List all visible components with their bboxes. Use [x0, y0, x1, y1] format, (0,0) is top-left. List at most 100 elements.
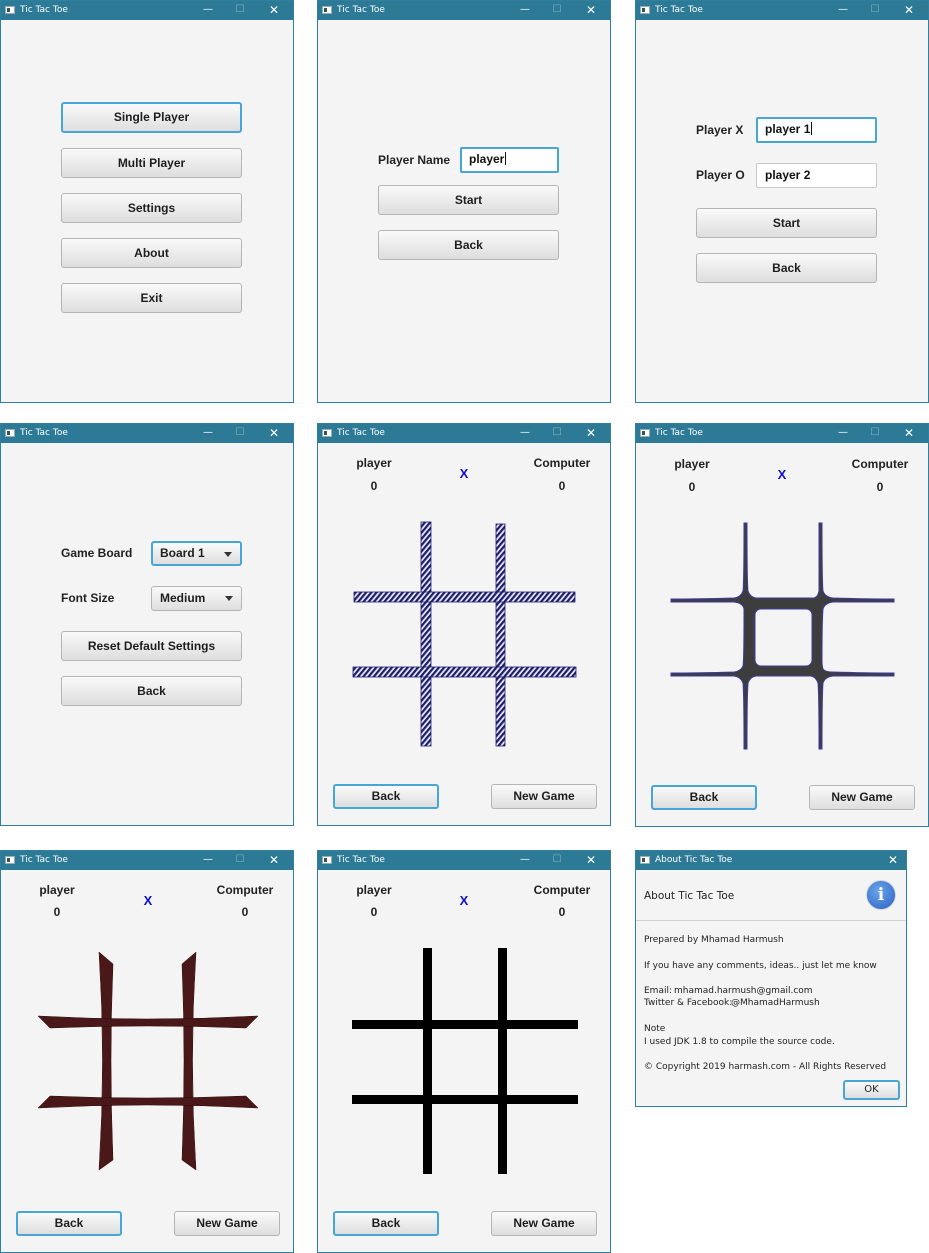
about-button[interactable]: About: [61, 238, 242, 268]
close-icon[interactable]: ✕: [584, 426, 598, 440]
title-bar[interactable]: Tic Tac Toe — ☐ ✕: [1, 851, 293, 870]
minimize-icon[interactable]: —: [201, 426, 215, 440]
turn-indicator: X: [777, 467, 787, 482]
minimize-icon[interactable]: —: [518, 3, 532, 17]
player-name-field[interactable]: player: [460, 147, 559, 173]
ok-button[interactable]: OK: [843, 1080, 900, 1100]
game-board-value: Board 1: [160, 546, 205, 560]
back-button[interactable]: Back: [61, 676, 242, 706]
title-bar[interactable]: Tic Tac Toe — ☐ ✕: [1, 1, 293, 20]
combo-arrow-icon: [225, 596, 233, 601]
opponent-name: Computer: [533, 456, 591, 470]
start-button[interactable]: Start: [378, 185, 559, 215]
settings-window: Tic Tac Toe — ☐ ✕ Game Board Board 1 Fon…: [0, 423, 294, 826]
settings-button[interactable]: Settings: [61, 193, 242, 223]
turn-indicator: X: [143, 893, 153, 908]
game-board[interactable]: [36, 950, 260, 1174]
minimize-icon[interactable]: —: [836, 3, 850, 17]
app-icon: [322, 856, 332, 864]
email-text: mhamad.harmush@gmail.com: [674, 986, 813, 996]
title-bar[interactable]: Tic Tac Toe — ☐ ✕: [318, 851, 610, 870]
game-board[interactable]: [351, 948, 581, 1176]
player-name: player: [39, 883, 75, 897]
dialog-header: About Tic Tac Toe i: [636, 870, 906, 921]
window-title: About Tic Tac Toe: [655, 855, 733, 865]
minimize-icon[interactable]: —: [201, 853, 215, 867]
app-icon: [640, 429, 650, 437]
single-player-button[interactable]: Single Player: [61, 102, 242, 133]
maximize-icon: ☐: [235, 4, 245, 15]
title-bar[interactable]: Tic Tac Toe — ☐ ✕: [318, 424, 610, 443]
title-bar[interactable]: About Tic Tac Toe ✕: [636, 851, 906, 870]
back-button[interactable]: Back: [651, 785, 757, 810]
board-line: [352, 1020, 578, 1029]
dialog-header-text: About Tic Tac Toe: [644, 890, 735, 902]
player-x-value: player 1: [765, 122, 811, 136]
opponent-name: Computer: [216, 883, 274, 897]
start-button[interactable]: Start: [696, 208, 877, 238]
game-board-select[interactable]: Board 1: [151, 541, 242, 566]
window-title: Tic Tac Toe: [655, 428, 703, 438]
title-bar[interactable]: Tic Tac Toe — ☐ ✕: [318, 1, 610, 20]
close-icon[interactable]: ✕: [584, 3, 598, 17]
back-button[interactable]: Back: [16, 1211, 122, 1236]
player-name-label: Player Name: [378, 153, 451, 167]
back-button[interactable]: Back: [378, 230, 559, 260]
turn-indicator: X: [459, 893, 469, 908]
font-size-value: Medium: [160, 591, 206, 605]
back-button[interactable]: Back: [696, 253, 877, 283]
opponent-name: Computer: [851, 457, 909, 471]
new-game-button[interactable]: New Game: [491, 784, 597, 809]
back-button[interactable]: Back: [333, 784, 439, 809]
window-title: Tic Tac Toe: [337, 5, 385, 15]
title-bar[interactable]: Tic Tac Toe — ☐ ✕: [636, 1, 928, 20]
multi-player-window: Tic Tac Toe — ☐ ✕ Player X player 1 Play…: [635, 0, 929, 403]
opponent-score: 0: [876, 480, 884, 494]
board-line: [37, 1015, 259, 1029]
minimize-icon[interactable]: —: [201, 3, 215, 17]
close-icon[interactable]: ✕: [886, 853, 900, 867]
text-caret: [505, 152, 507, 165]
new-game-button[interactable]: New Game: [809, 785, 915, 810]
email-label: Email:: [644, 986, 673, 996]
game-board[interactable]: [348, 519, 580, 749]
minimize-icon[interactable]: —: [518, 853, 532, 867]
app-icon: [5, 6, 15, 14]
combo-arrow-icon: [224, 552, 232, 557]
board-line: [423, 948, 432, 1174]
maximize-icon: ☐: [870, 4, 880, 15]
close-icon[interactable]: ✕: [267, 426, 281, 440]
title-bar[interactable]: Tic Tac Toe — ☐ ✕: [1, 424, 293, 443]
game-window-board-4: Tic Tac Toe — ☐ ✕ player 0 X Computer 0 …: [317, 850, 611, 1253]
game-board[interactable]: [668, 521, 900, 751]
back-button[interactable]: Back: [333, 1211, 439, 1236]
close-icon[interactable]: ✕: [584, 853, 598, 867]
font-size-select[interactable]: Medium: [151, 586, 242, 611]
new-game-button[interactable]: New Game: [491, 1211, 597, 1236]
new-game-button[interactable]: New Game: [174, 1211, 280, 1236]
opponent-score: 0: [558, 905, 566, 919]
board-line: [352, 1095, 578, 1104]
maximize-icon: ☐: [552, 427, 562, 438]
minimize-icon[interactable]: —: [836, 426, 850, 440]
player-o-field[interactable]: player 2: [756, 163, 877, 188]
player-score: 0: [688, 480, 696, 494]
minimize-icon[interactable]: —: [518, 426, 532, 440]
exit-button[interactable]: Exit: [61, 283, 242, 313]
multi-player-button[interactable]: Multi Player: [61, 148, 242, 178]
player-score: 0: [370, 905, 378, 919]
single-player-window: Tic Tac Toe — ☐ ✕ Player Name player Sta…: [317, 0, 611, 403]
reset-settings-button[interactable]: Reset Default Settings: [61, 631, 242, 661]
close-icon[interactable]: ✕: [902, 3, 916, 17]
close-icon[interactable]: ✕: [267, 853, 281, 867]
opponent-score: 0: [558, 479, 566, 493]
close-icon[interactable]: ✕: [267, 3, 281, 17]
app-icon: [640, 6, 650, 14]
about-dialog: About Tic Tac Toe ✕ About Tic Tac Toe i …: [635, 850, 907, 1107]
close-icon[interactable]: ✕: [902, 426, 916, 440]
player-name: player: [356, 456, 392, 470]
game-window-board-2: Tic Tac Toe — ☐ ✕ player 0 X Computer 0 …: [635, 423, 929, 827]
opponent-name: Computer: [533, 883, 591, 897]
title-bar[interactable]: Tic Tac Toe — ☐ ✕: [636, 424, 928, 443]
player-x-field[interactable]: player 1: [756, 117, 877, 143]
